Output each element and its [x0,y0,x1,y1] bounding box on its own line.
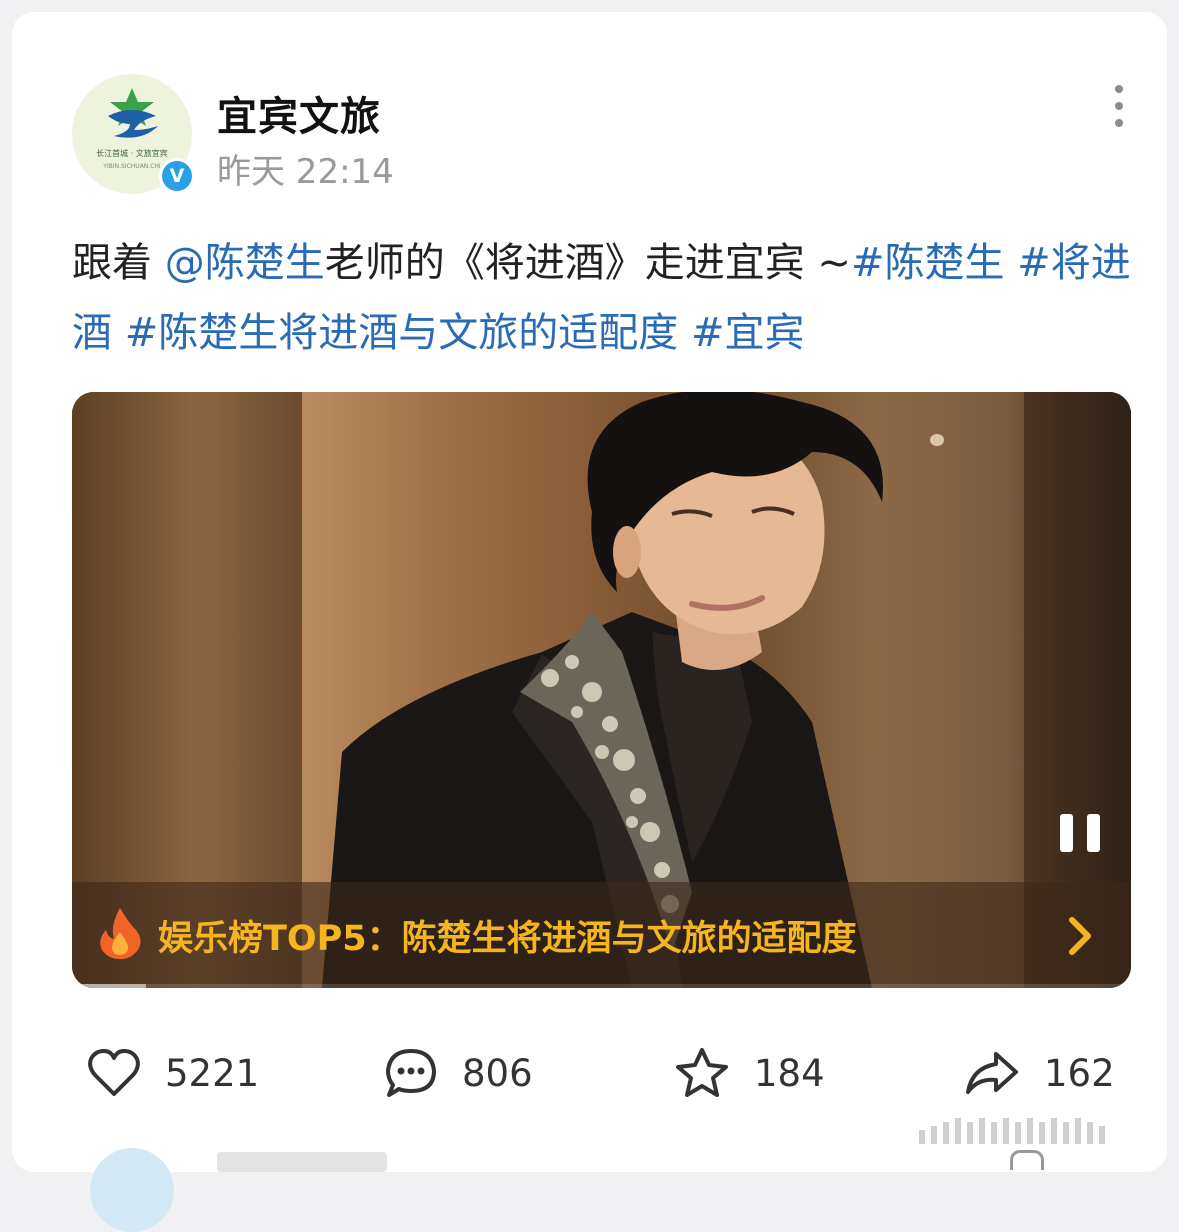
hashtag-fit-degree[interactable]: #陈楚生将进酒与文旅的适配度 [112,310,679,356]
weibo-post-card: 长江首城 · 文旅宜宾 YIBIN.SICHUAN.CHI V 宜宾文旅 昨天 … [12,12,1167,1232]
verified-mark: V [162,161,192,191]
hashtag-chenchusheng[interactable]: #陈楚生 [851,240,1005,286]
next-post-avatar[interactable] [90,1148,174,1232]
next-post-icon [1010,1150,1044,1170]
verified-icon: V [159,158,195,194]
video-player[interactable]: 娱乐榜TOP5：陈楚生将进酒与文旅的适配度 [72,392,1131,988]
pause-icon[interactable] [1060,814,1100,854]
rank-label: 娱乐榜TOP5：陈楚生将进酒与文旅的适配度 [158,919,857,959]
hot-rank-banner[interactable]: 娱乐榜TOP5：陈楚生将进酒与文旅的适配度 [72,882,1131,988]
more-icon[interactable] [1104,82,1134,130]
post-text-middle: 老师的《将进酒》走进宜宾 ~ [324,240,851,286]
heart-icon [88,1049,140,1096]
share-button[interactable]: 162 [964,1046,1115,1100]
watermark-bars [917,1116,1107,1146]
like-count: 5221 [165,1051,260,1095]
share-icon [966,1052,1018,1094]
post-text-prefix: 跟着 [72,240,165,286]
next-post-name [217,1152,387,1172]
chevron-right-icon [1069,917,1091,955]
star-icon [676,1048,728,1097]
author-name[interactable]: 宜宾文旅 [217,84,381,142]
comment-icon [386,1049,436,1097]
share-count: 162 [1044,1051,1115,1095]
post-text: 跟着 @陈楚生老师的《将进酒》走进宜宾 ~#陈楚生 #将进酒 #陈楚生将进酒与文… [72,228,1142,368]
video-progress-fill [72,984,147,988]
like-button[interactable]: 5221 [87,1046,259,1100]
comment-button[interactable]: 806 [384,1046,533,1100]
favorite-count: 184 [754,1051,825,1095]
favorite-button[interactable]: 184 [674,1046,825,1100]
hashtag-yibin[interactable]: #宜宾 [678,310,805,356]
mention-link[interactable]: @陈楚生 [165,240,325,286]
flame-icon [100,908,141,960]
logo-icon [108,88,158,138]
post-timestamp: 昨天 22:14 [217,152,394,192]
comment-count: 806 [462,1051,533,1095]
video-progress-track[interactable] [72,984,1131,988]
